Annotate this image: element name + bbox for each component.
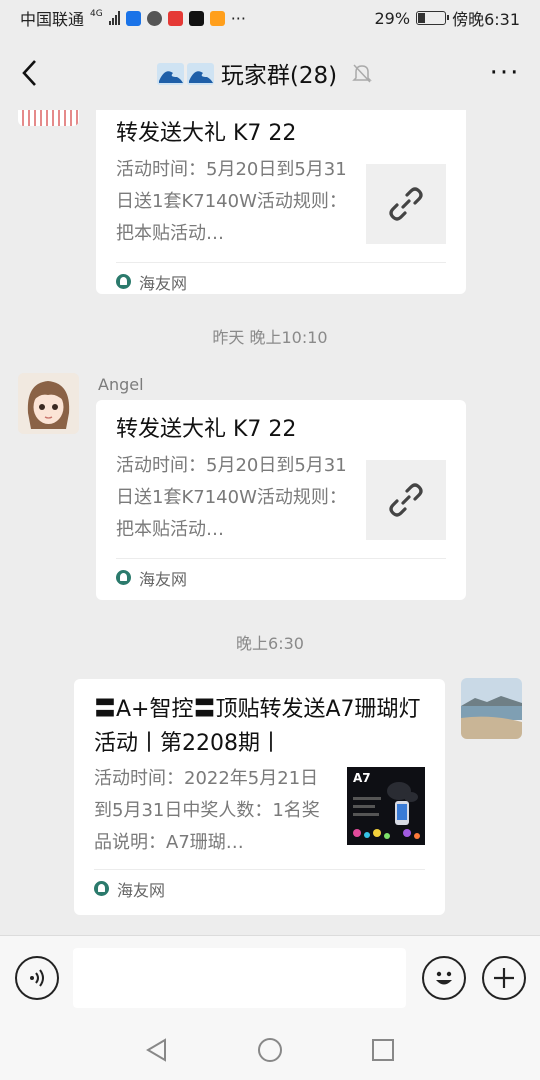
bell-muted-icon — [352, 64, 372, 83]
clock: 傍晚6:31 — [452, 10, 520, 29]
avatar[interactable] — [18, 373, 79, 434]
timestamp: 昨天 晚上10:10 — [212, 328, 328, 347]
card-source-name: 海友网 — [139, 569, 188, 589]
card-source: 海友网 — [116, 262, 446, 300]
avatar[interactable] — [461, 678, 522, 739]
link-icon — [389, 187, 423, 221]
card-source: 海友网 — [94, 869, 425, 907]
chat-area[interactable]: 转发送大礼 K7 22 活动时间：5月20日到5月31日送1套K7140W活动规… — [0, 110, 540, 935]
card-thumbnail: A7 — [347, 767, 425, 845]
emoji-button[interactable] — [422, 956, 466, 1000]
card-title: 转发送大礼 K7 22 — [116, 121, 297, 146]
avatar[interactable] — [18, 110, 79, 126]
recents-square-icon[interactable] — [370, 1037, 396, 1063]
haiyou-logo-icon — [116, 274, 131, 289]
system-nav-bar — [0, 1020, 540, 1080]
battery-icon — [416, 11, 450, 25]
card-description: 活动时间：5月20日到5月31日送1套K7140W活动规则：把本贴活动… — [116, 455, 347, 540]
carrier-label: 中国联通 — [20, 10, 85, 29]
input-bar — [0, 935, 540, 1020]
voice-button[interactable] — [15, 956, 59, 1000]
girl-avatar-icon — [18, 373, 79, 434]
back-triangle-icon[interactable] — [144, 1037, 170, 1063]
shield-app-icon — [125, 10, 141, 26]
message-input[interactable] — [73, 948, 406, 1008]
add-button[interactable] — [482, 956, 526, 1000]
haiyou-logo-icon — [94, 881, 109, 896]
tiktok-app-icon — [188, 10, 204, 26]
toutiao-app-icon — [167, 10, 183, 26]
orange-app-icon — [209, 10, 225, 26]
card-source: 海友网 — [116, 558, 446, 596]
link-card[interactable]: 〓A+智控〓顶贴转发送A7珊瑚灯活动丨第2208期丨 活动时间：2022年5月2… — [74, 679, 445, 915]
more-dots-icon: ··· — [489, 58, 521, 88]
status-bar: 中国联通 4G ··· 29% 傍晚6:31 — [0, 0, 540, 36]
chat-title-area[interactable]: 玩家群(28) — [60, 56, 470, 90]
battery-fill — [418, 13, 426, 23]
coral-light-product-icon — [353, 782, 420, 839]
card-description: 活动时间：5月20日到5月31日送1套K7140W活动规则：把本贴活动… — [116, 159, 347, 244]
haiyou-logo-icon — [116, 570, 131, 585]
card-title: 转发送大礼 K7 22 — [116, 417, 297, 442]
chat-title: 玩家群(28) — [220, 63, 338, 89]
chat-header: 玩家群(28) ··· — [0, 36, 540, 110]
card-description: 活动时间：2022年5月21日到5月31日中奖人数：1名奖品说明：A7珊瑚… — [94, 768, 320, 853]
card-thumbnail — [366, 164, 446, 244]
card-thumbnail — [366, 460, 446, 540]
link-card[interactable]: 转发送大礼 K7 22 活动时间：5月20日到5月31日送1套K7140W活动规… — [96, 400, 466, 600]
card-title: 〓A+智控〓顶贴转发送A7珊瑚灯活动丨第2208期丨 — [94, 697, 421, 756]
back-button[interactable] — [0, 36, 60, 110]
card-source-name: 海友网 — [139, 273, 188, 293]
sender-name: Angel — [98, 375, 144, 394]
chevron-left-icon — [22, 60, 36, 86]
network-label: 4G — [90, 9, 103, 19]
signal-icon — [108, 11, 120, 25]
beach-avatar-icon — [461, 678, 522, 739]
link-card[interactable]: 转发送大礼 K7 22 活动时间：5月20日到5月31日送1套K7140W活动规… — [96, 110, 466, 294]
voice-icon — [30, 969, 44, 987]
wave-emoji-icon — [156, 63, 214, 85]
link-icon — [389, 483, 423, 517]
home-circle-icon[interactable] — [257, 1037, 283, 1063]
emoji-icon — [436, 971, 452, 985]
status-more: ··· — [230, 8, 246, 28]
card-source-name: 海友网 — [117, 880, 166, 900]
battery-percent: 29% — [374, 8, 411, 28]
more-button[interactable]: ··· — [470, 36, 540, 110]
timestamp: 晚上6:30 — [236, 634, 304, 653]
shield-check-icon — [146, 10, 162, 26]
plus-circle-icon — [494, 968, 514, 988]
